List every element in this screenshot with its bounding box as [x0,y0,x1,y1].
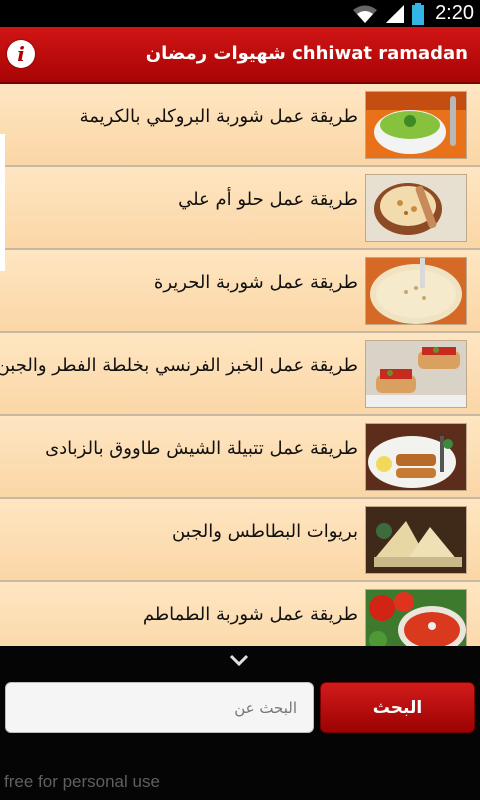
list-item[interactable]: طريقة عمل شوربة البروكلي بالكريمة [0,84,480,167]
signal-icon [386,4,405,23]
clock: 2:20 [435,2,474,24]
wifi-icon [353,5,378,23]
recipe-thumbnail [365,423,467,491]
list-item[interactable]: طريقة عمل شوربة الحريرة [0,250,480,333]
recipe-thumbnail [365,174,467,242]
status-icons: 2:20 [352,0,474,27]
recipe-thumbnail [365,257,467,325]
side-scroll-tab[interactable] [0,134,5,271]
watermark-text: free for personal use [4,772,160,791]
status-bar: 2:20 [0,0,480,27]
battery-icon [412,2,425,25]
recipe-thumbnail [365,506,467,574]
search-button[interactable]: البحث [320,682,475,733]
list-item[interactable]: طريقة عمل شوربة الطماطم [0,582,480,646]
list-item[interactable]: طريقة عمل الخبز الفرنسي بخلطة الفطر والج… [0,333,480,416]
recipe-title: طريقة عمل حلو أم علي [178,189,358,210]
recipe-list[interactable]: طريقة عمل شوربة البروكلي بالكريمة طريقة … [0,84,480,646]
list-item[interactable]: طريقة عمل حلو أم علي [0,167,480,250]
recipe-title: بريوات البطاطس والجبن [171,521,358,542]
recipe-title: طريقة عمل شوربة الحريرة [153,272,358,293]
list-item[interactable]: بريوات البطاطس والجبن [0,499,480,582]
recipe-title: طريقة عمل شوربة البروكلي بالكريمة [79,106,358,127]
recipe-title: طريقة عمل الخبز الفرنسي بخلطة الفطر والج… [0,355,358,376]
app-title: شهيوات رمضان chhiwat ramadan [145,43,468,64]
recipe-thumbnail [365,340,467,408]
app-header: i شهيوات رمضان chhiwat ramadan [0,27,480,84]
recipe-title: طريقة عمل تتبيلة الشيش طاووق بالزبادى [45,438,358,459]
chevron-down-icon[interactable] [229,653,249,667]
recipe-thumbnail [365,589,467,646]
recipe-thumbnail [365,91,467,159]
info-button[interactable]: i [7,40,35,68]
search-input[interactable] [5,682,314,733]
list-item[interactable]: طريقة عمل تتبيلة الشيش طاووق بالزبادى [0,416,480,499]
recipe-title: طريقة عمل شوربة الطماطم [142,604,358,625]
